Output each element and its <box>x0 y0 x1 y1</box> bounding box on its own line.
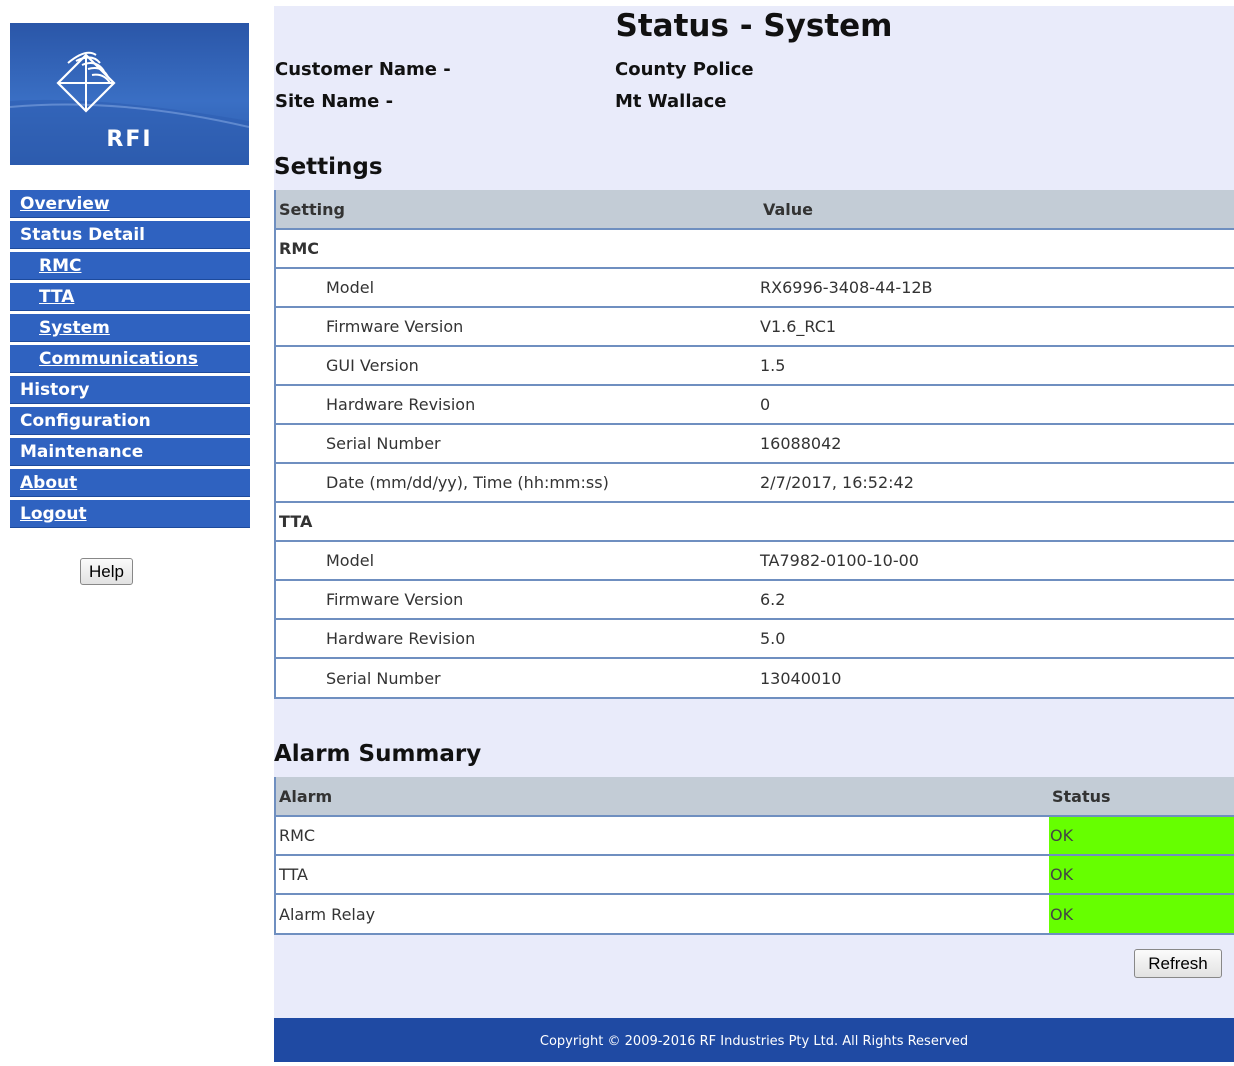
alarm-header-row: Alarm Status <box>275 777 1234 817</box>
table-row: Model RX6996-3408-44-12B <box>275 268 1234 308</box>
setting-cell: Firmware Version <box>275 307 760 347</box>
table-row: Serial Number 13040010 <box>275 658 1234 699</box>
setting-cell: Firmware Version <box>275 580 760 620</box>
help-button[interactable]: Help <box>80 558 133 585</box>
table-row: Serial Number 16088042 <box>275 424 1234 464</box>
table-row: Firmware Version V1.6_RC1 <box>275 307 1234 347</box>
footer-copyright: Copyright © 2009-2016 RF Industries Pty … <box>274 1018 1234 1062</box>
main-content: Status - System Customer Name - County P… <box>274 6 1234 1062</box>
settings-title: Settings <box>274 154 383 180</box>
table-row: GUI Version 1.5 <box>275 346 1234 386</box>
site-name-label: Site Name - <box>275 91 394 112</box>
group-row-tta: TTA <box>275 502 1234 542</box>
nav-about[interactable]: About <box>10 469 250 497</box>
value-cell: 1.5 <box>760 346 1234 386</box>
page-title: Status - System <box>615 8 893 44</box>
value-cell: TA7982-0100-10-00 <box>760 541 1234 581</box>
refresh-button[interactable]: Refresh <box>1134 949 1222 978</box>
customer-name-label: Customer Name - <box>275 59 451 80</box>
setting-cell: Date (mm/dd/yy), Time (hh:mm:ss) <box>275 463 760 503</box>
nav-system[interactable]: System <box>10 314 250 342</box>
alarm-name-cell: Alarm Relay <box>275 894 1049 935</box>
site-name-value: Mt Wallace <box>615 91 727 112</box>
table-row: Model TA7982-0100-10-00 <box>275 541 1234 581</box>
table-row: Date (mm/dd/yy), Time (hh:mm:ss) 2/7/201… <box>275 463 1234 503</box>
alarm-summary-title: Alarm Summary <box>274 741 482 767</box>
table-row: Hardware Revision 5.0 <box>275 619 1234 659</box>
nav-logout[interactable]: Logout <box>10 500 250 528</box>
table-row: TTA <box>275 502 1234 542</box>
status-ok-cell: OK <box>1049 855 1234 895</box>
table-row: RMC OK <box>275 816 1234 856</box>
value-cell: 0 <box>760 385 1234 425</box>
value-cell: V1.6_RC1 <box>760 307 1234 347</box>
table-row: Alarm Relay OK <box>275 894 1234 935</box>
logo-text: RFI <box>106 127 153 152</box>
table-row: Firmware Version 6.2 <box>275 580 1234 620</box>
nav-rmc[interactable]: RMC <box>10 252 250 280</box>
setting-cell: Serial Number <box>275 658 760 699</box>
column-header-alarm: Alarm <box>275 777 1049 817</box>
sidebar-nav: Overview Status Detail RMC TTA System Co… <box>10 190 250 531</box>
alarm-name-cell: TTA <box>275 855 1049 895</box>
setting-cell: Hardware Revision <box>275 385 760 425</box>
nav-maintenance[interactable]: Maintenance <box>10 438 250 466</box>
value-cell: RX6996-3408-44-12B <box>760 268 1234 308</box>
setting-cell: Model <box>275 268 760 308</box>
setting-cell: GUI Version <box>275 346 760 386</box>
value-cell: 16088042 <box>760 424 1234 464</box>
column-header-setting: Setting <box>275 190 760 230</box>
alarm-name-cell: RMC <box>275 816 1049 856</box>
setting-cell: Serial Number <box>275 424 760 464</box>
alarm-summary-table: Alarm Status RMC OK TTA OK Alarm Relay O… <box>274 777 1234 935</box>
column-header-value: Value <box>760 190 1234 230</box>
setting-cell: Model <box>275 541 760 581</box>
setting-cell: Hardware Revision <box>275 619 760 659</box>
nav-overview[interactable]: Overview <box>10 190 250 218</box>
nav-tta[interactable]: TTA <box>10 283 250 311</box>
value-cell: 5.0 <box>760 619 1234 659</box>
column-header-status: Status <box>1049 777 1234 817</box>
table-row: Hardware Revision 0 <box>275 385 1234 425</box>
status-ok-cell: OK <box>1049 894 1234 935</box>
nav-status-detail[interactable]: Status Detail <box>10 221 250 249</box>
status-ok-cell: OK <box>1049 816 1234 856</box>
table-row: TTA OK <box>275 855 1234 895</box>
nav-configuration[interactable]: Configuration <box>10 407 250 435</box>
rfi-logo: RFI <box>10 23 249 165</box>
value-cell: 2/7/2017, 16:52:42 <box>760 463 1234 503</box>
value-cell: 13040010 <box>760 658 1234 699</box>
nav-history[interactable]: History <box>10 376 250 404</box>
left-sidebar: RFI Overview Status Detail RMC TTA Syste… <box>0 0 260 1062</box>
table-row: RMC <box>275 229 1234 269</box>
settings-header-row: Setting Value <box>275 190 1234 230</box>
value-cell: 6.2 <box>760 580 1234 620</box>
customer-name-value: County Police <box>615 59 754 80</box>
nav-communications[interactable]: Communications <box>10 345 250 373</box>
settings-table: Setting Value RMC Model RX6996-3408-44-1… <box>274 190 1234 699</box>
group-row-rmc: RMC <box>275 229 1234 269</box>
